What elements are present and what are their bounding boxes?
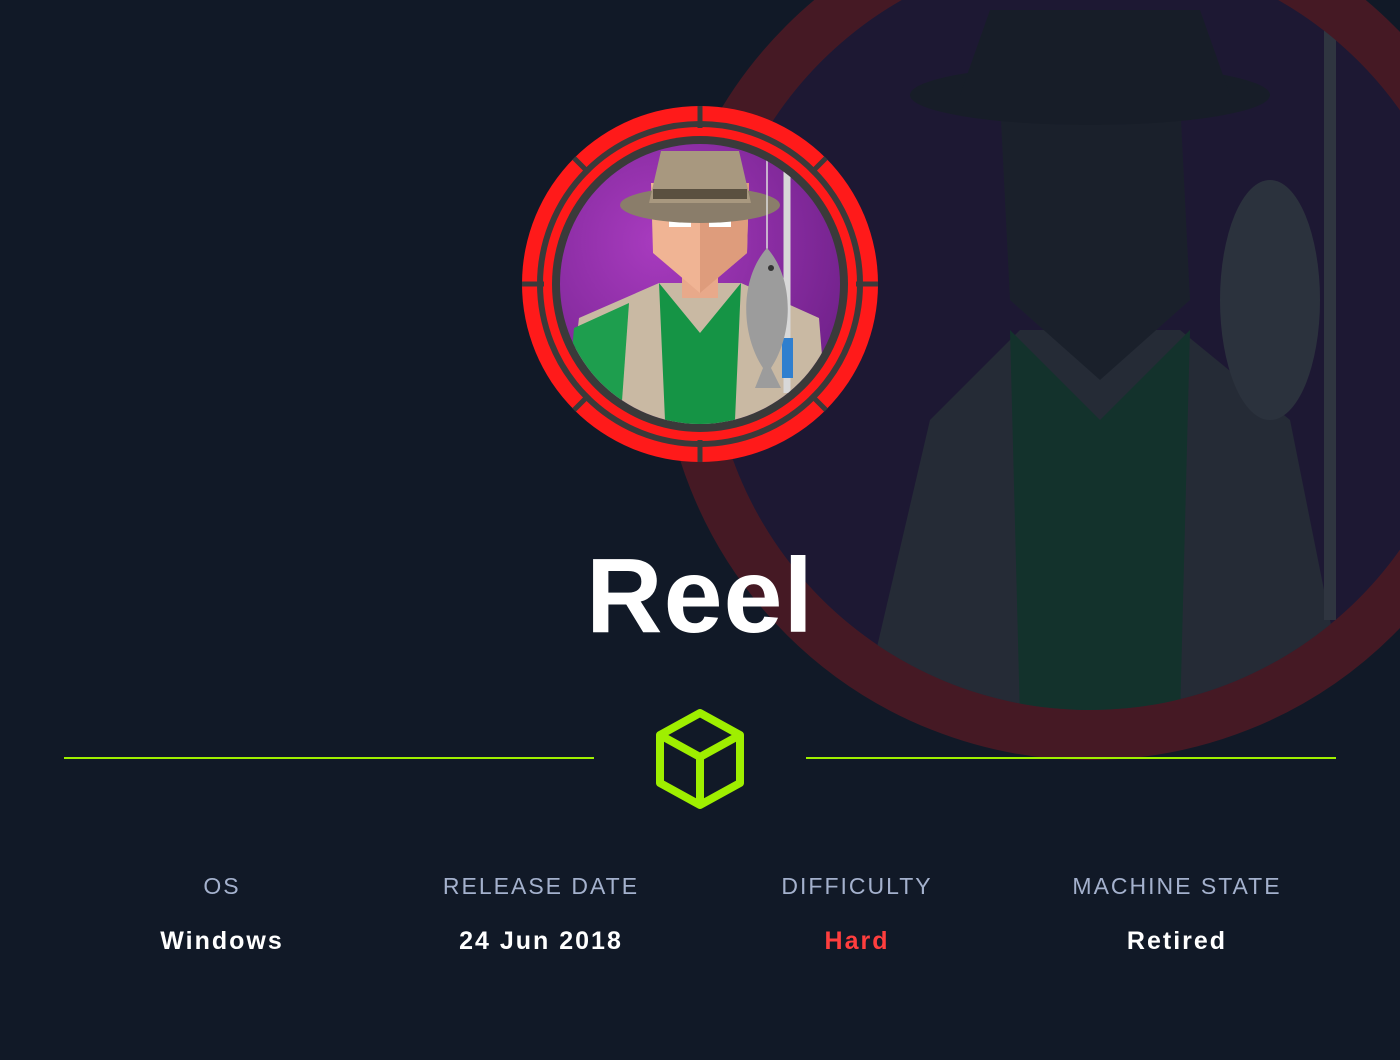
stat-os: OS Windows	[62, 872, 382, 956]
stat-release-date-label: RELEASE DATE	[442, 873, 640, 899]
stat-os-value: Windows	[160, 927, 284, 955]
divider-right	[806, 757, 1336, 759]
divider-left	[64, 757, 594, 759]
stat-release-date-value: 24 Jun 2018	[459, 927, 623, 955]
machine-title: Reel	[586, 537, 814, 655]
stat-machine-state-label: MACHINE STATE	[1072, 873, 1282, 899]
hackthebox-cube-icon	[656, 709, 744, 809]
stat-difficulty-value: Hard	[824, 927, 890, 955]
stat-os-label: OS	[203, 873, 241, 899]
machine-stats: OS Windows RELEASE DATE 24 Jun 2018 DIFF…	[0, 872, 1400, 972]
stat-machine-state: MACHINE STATE Retired	[1017, 872, 1337, 956]
stat-release-date: RELEASE DATE 24 Jun 2018	[381, 872, 701, 956]
stat-difficulty: DIFFICULTY Hard	[697, 872, 1017, 956]
fisherman-avatar-icon	[522, 106, 878, 462]
stat-machine-state-value: Retired	[1126, 927, 1228, 955]
stat-difficulty-label: DIFFICULTY	[781, 873, 933, 899]
